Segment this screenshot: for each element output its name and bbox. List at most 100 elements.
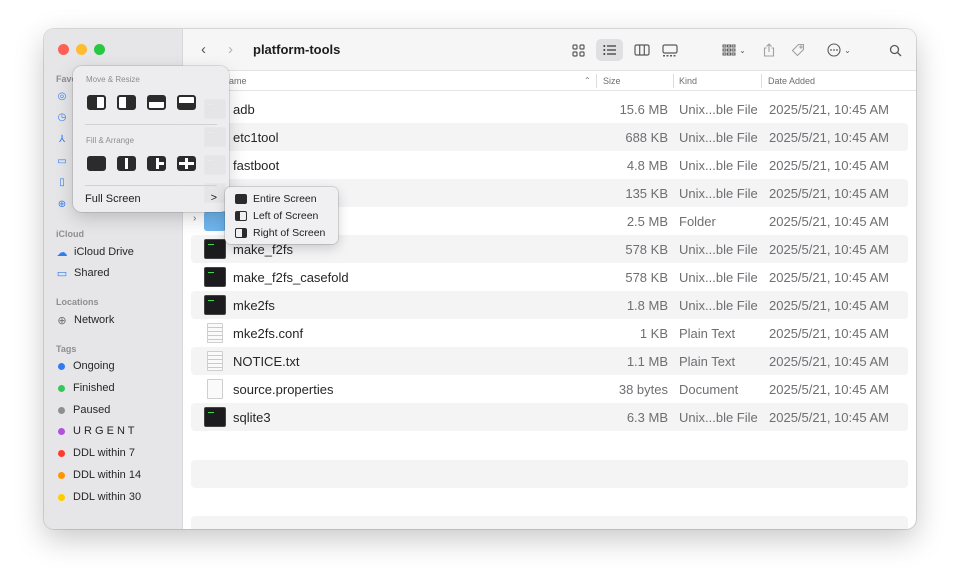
document-icon	[207, 379, 223, 399]
column-divider[interactable]	[761, 74, 762, 88]
tag-label: U R G E N T	[73, 425, 135, 437]
icon-view-icon[interactable]	[569, 39, 587, 61]
table-row[interactable]: NOTICE.txt 1.1 MB Plain Text 2025/5/21, …	[191, 347, 908, 375]
file-kind: Unix...ble File	[679, 158, 758, 173]
downloads-icon[interactable]: ⊕	[56, 198, 68, 210]
full-screen-submenu: Entire Screen Left of Screen Right of Sc…	[225, 187, 338, 244]
sidebar-item-icloud-drive[interactable]: ☁ iCloud Drive	[56, 243, 134, 261]
window-controls	[58, 44, 105, 55]
zoom-button[interactable]	[94, 44, 105, 55]
submenu-item-entire-screen[interactable]: Entire Screen	[235, 191, 317, 207]
table-row[interactable]: make_f2fs_casefold 578 KB Unix...ble Fil…	[191, 263, 908, 291]
table-row[interactable]: adb 15.6 MB Unix...ble File 2025/5/21, 1…	[191, 95, 908, 123]
tile-bottom-half-icon[interactable]	[177, 95, 196, 110]
file-date: 2025/5/21, 10:45 AM	[769, 130, 889, 145]
table-row[interactable]: mke2fs.conf 1 KB Plain Text 2025/5/21, 1…	[191, 319, 908, 347]
fill-arrange-label: Fill & Arrange	[86, 136, 135, 145]
tile-left-half-icon[interactable]	[87, 95, 106, 110]
tag-dot-icon	[58, 362, 65, 370]
recents-icon[interactable]: ◷	[56, 111, 68, 123]
column-headers: ame ⌃ Size Kind Date Added	[183, 71, 916, 91]
sidebar-tag-ongoing[interactable]: Ongoing	[56, 357, 115, 375]
file-name: make_f2fs_casefold	[233, 270, 349, 285]
tile-top-half-icon[interactable]	[147, 95, 166, 110]
file-kind: Unix...ble File	[679, 102, 758, 117]
arrange-thirds-icon[interactable]	[147, 156, 166, 171]
forward-button[interactable]: ›	[228, 41, 233, 58]
file-kind: Unix...ble File	[679, 130, 758, 145]
applications-icon[interactable]: ⅄	[56, 133, 68, 145]
empty-row	[191, 460, 908, 488]
disclosure-chevron-icon[interactable]: ›	[193, 213, 196, 224]
tag-label: Ongoing	[73, 360, 115, 372]
tag-label: Finished	[73, 382, 115, 394]
executable-icon	[204, 295, 226, 315]
file-kind: Plain Text	[679, 326, 736, 341]
file-kind: Unix...ble File	[679, 242, 758, 257]
file-date: 2025/5/21, 10:45 AM	[769, 158, 889, 173]
column-divider[interactable]	[596, 74, 597, 88]
file-name: source.properties	[233, 382, 334, 397]
column-header-size[interactable]: Size	[603, 76, 621, 86]
group-by-icon[interactable]: ⌄	[718, 39, 750, 61]
file-kind: Document	[679, 382, 739, 397]
minimize-button[interactable]	[76, 44, 87, 55]
sidebar-item-network[interactable]: ⊕ Network	[56, 311, 114, 329]
file-date: 2025/5/21, 10:45 AM	[769, 382, 889, 397]
search-icon[interactable]	[887, 39, 903, 61]
file-size: 4.8 MB	[626, 158, 668, 173]
documents-icon[interactable]: ▯	[56, 176, 68, 188]
table-row[interactable]: mke2fs 1.8 MB Unix...ble File 2025/5/21,…	[191, 291, 908, 319]
desktop-icon[interactable]: ▭	[56, 155, 68, 167]
sort-chevron-icon[interactable]: ⌃	[584, 76, 591, 85]
column-view-icon[interactable]	[632, 39, 652, 61]
file-size: 1.8 MB	[626, 298, 668, 313]
submenu-item-label: Entire Screen	[253, 193, 317, 205]
executable-icon	[204, 239, 226, 259]
tile-right-half-icon[interactable]	[117, 95, 136, 110]
tag-dot-icon	[58, 384, 65, 392]
arrange-halves-icon[interactable]	[117, 156, 136, 171]
table-row[interactable]: sqlite3 6.3 MB Unix...ble File 2025/5/21…	[191, 403, 908, 431]
column-header-name[interactable]: ame	[229, 76, 247, 86]
full-screen-menu-item[interactable]: Full Screen	[85, 193, 141, 205]
sidebar-tag-urgent[interactable]: U R G E N T	[56, 422, 135, 440]
chevron-right-icon: >	[210, 192, 217, 204]
table-row[interactable]: etc1tool 688 KB Unix...ble File 2025/5/2…	[191, 123, 908, 151]
sidebar-tag-ddl-30[interactable]: DDL within 30	[56, 488, 141, 506]
file-name: fastboot	[233, 158, 280, 173]
table-row[interactable]: source.properties 38 bytes Document 2025…	[191, 375, 908, 403]
sidebar-tag-ddl-7[interactable]: DDL within 7	[56, 444, 135, 462]
sidebar-section-icloud: iCloud	[56, 229, 84, 239]
sidebar-tag-finished[interactable]: Finished	[56, 379, 115, 397]
more-actions-icon[interactable]: ⌄	[823, 39, 855, 61]
file-date: 2025/5/21, 10:45 AM	[769, 326, 889, 341]
column-header-kind[interactable]: Kind	[679, 76, 697, 86]
executable-icon	[204, 407, 226, 427]
table-row[interactable]: fastboot 4.8 MB Unix...ble File 2025/5/2…	[191, 151, 908, 179]
text-file-icon	[207, 323, 223, 343]
share-icon[interactable]	[761, 39, 777, 61]
sidebar-tag-ddl-14[interactable]: DDL within 14	[56, 466, 141, 484]
arrange-quarters-icon[interactable]	[177, 156, 196, 171]
sidebar-tag-paused[interactable]: Paused	[56, 401, 110, 419]
submenu-item-left-of-screen[interactable]: Left of Screen	[235, 208, 318, 224]
file-kind: Unix...ble File	[679, 186, 758, 201]
file-size: 1.1 MB	[626, 354, 668, 369]
sidebar-item-shared[interactable]: ▭ Shared	[56, 264, 110, 282]
tag-icon[interactable]	[790, 39, 806, 61]
back-button[interactable]: ‹	[201, 41, 206, 58]
file-date: 2025/5/21, 10:45 AM	[769, 354, 889, 369]
file-kind: Plain Text	[679, 354, 736, 369]
airdrop-icon[interactable]: ◎	[56, 90, 68, 102]
close-button[interactable]	[58, 44, 69, 55]
submenu-item-right-of-screen[interactable]: Right of Screen	[235, 225, 325, 241]
file-kind: Unix...ble File	[679, 298, 758, 313]
file-size: 688 KB	[625, 130, 668, 145]
column-header-date-added[interactable]: Date Added	[768, 76, 815, 86]
fill-screen-icon[interactable]	[87, 156, 106, 171]
tag-label: Paused	[73, 404, 111, 416]
list-view-icon[interactable]	[596, 39, 623, 61]
gallery-view-icon[interactable]	[660, 39, 680, 61]
column-divider[interactable]	[673, 74, 674, 88]
